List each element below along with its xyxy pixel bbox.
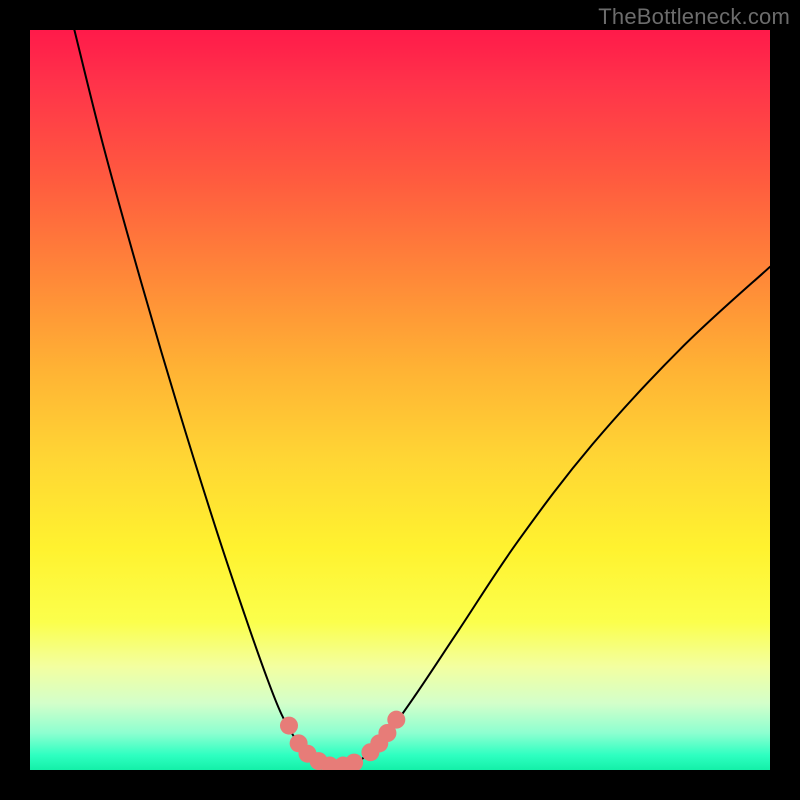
- watermark-text: TheBottleneck.com: [598, 4, 790, 30]
- curve-markers: [280, 711, 405, 770]
- curve-marker: [280, 717, 298, 735]
- curve-marker: [387, 711, 405, 729]
- plot-area: [30, 30, 770, 770]
- curve-layer: [30, 30, 770, 770]
- curve-marker: [345, 754, 363, 770]
- chart-frame: TheBottleneck.com: [0, 0, 800, 800]
- bottleneck-curve: [74, 30, 770, 766]
